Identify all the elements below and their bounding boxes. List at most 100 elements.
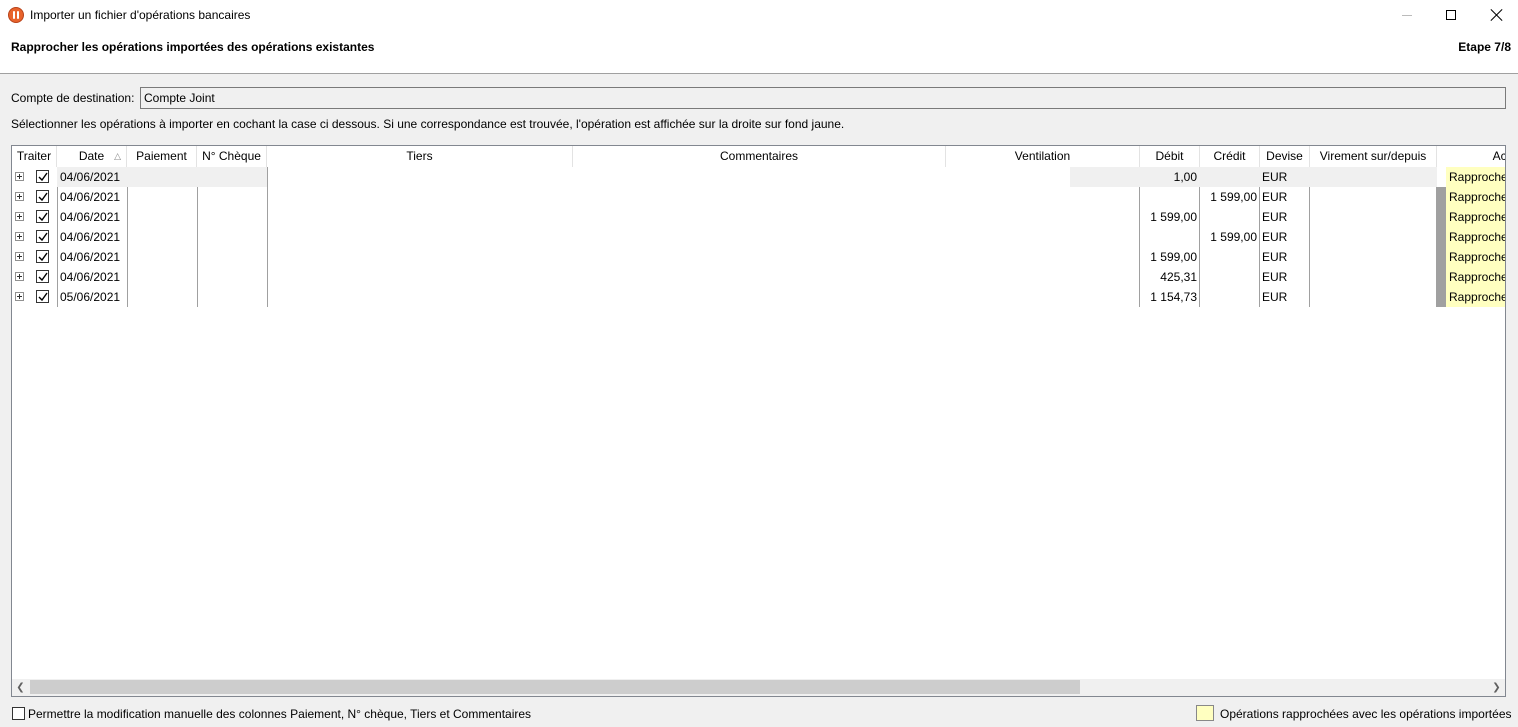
close-button[interactable] <box>1474 0 1518 30</box>
destination-label: Compte de destination: <box>11 91 135 105</box>
column-header-traiter[interactable]: Traiter <box>12 146 57 167</box>
cell-action: Rapproche <box>1446 247 1505 267</box>
row-marker <box>1436 207 1446 227</box>
cell-credit: 1 599,00 <box>1210 190 1257 204</box>
wizard-header: Rapprocher les opérations importées des … <box>0 30 1518 74</box>
legend-label: Opérations rapprochées avec les opératio… <box>1220 707 1512 721</box>
column-header-virement[interactable]: Virement sur/depuis <box>1310 146 1437 167</box>
cell-date: 04/06/2021 <box>60 270 121 284</box>
table-row[interactable]: 05/06/2021 1 154,73 EUR Rapproche <box>12 287 1505 307</box>
column-header-tiers[interactable]: Tiers <box>267 146 573 167</box>
cell-debit <box>1140 187 1199 207</box>
cell-debit: 1 599,00 <box>1150 210 1197 224</box>
cell-devise: EUR <box>1262 270 1288 284</box>
cell-date: 05/06/2021 <box>60 290 121 304</box>
expand-icon[interactable] <box>15 232 24 241</box>
table-row[interactable]: 04/06/2021 1 599,00 EUR Rapproche <box>12 187 1505 207</box>
scroll-left-icon[interactable]: ❮ <box>12 679 29 696</box>
scrollbar-thumb[interactable] <box>30 680 1080 694</box>
cell-date: 04/06/2021 <box>60 190 121 204</box>
cell-debit: 1,00 <box>1173 170 1197 184</box>
column-header-cheque[interactable]: N° Chèque <box>197 146 267 167</box>
operations-grid[interactable]: Traiter Date △ Paiement N° Chèque Tiers … <box>11 145 1506 697</box>
cell-date: 04/06/2021 <box>60 230 121 244</box>
row-marker <box>1436 187 1446 207</box>
column-header-debit[interactable]: Débit <box>1140 146 1200 167</box>
column-header-date-label: Date <box>78 149 105 163</box>
close-icon <box>1491 9 1503 21</box>
column-header-paiement[interactable]: Paiement <box>127 146 197 167</box>
cell-date: 04/06/2021 <box>60 210 121 224</box>
manual-edit-label[interactable]: Permettre la modification manuelle des c… <box>28 707 531 721</box>
scroll-right-icon[interactable]: ❯ <box>1488 679 1505 696</box>
row-marker <box>1436 267 1446 287</box>
traiter-checkbox[interactable] <box>36 170 49 183</box>
expand-icon[interactable] <box>15 272 24 281</box>
traiter-checkbox[interactable] <box>36 290 49 303</box>
column-header-date[interactable]: Date △ <box>57 146 127 167</box>
step-counter: Etape 7/8 <box>1458 40 1511 54</box>
cell-action: Rapproche <box>1446 207 1505 227</box>
table-row[interactable]: 04/06/2021 1 599,00 EUR Rapproche <box>12 207 1505 227</box>
expand-icon[interactable] <box>15 172 24 181</box>
cell-credit <box>1200 207 1259 227</box>
cell-debit: 1 154,73 <box>1150 290 1197 304</box>
expand-icon[interactable] <box>15 192 24 201</box>
cell-action: Rapproche <box>1446 187 1505 207</box>
cell-debit: 425,31 <box>1160 270 1197 284</box>
title-bar: Importer un fichier d'opérations bancair… <box>0 0 1518 30</box>
cell-date: 04/06/2021 <box>60 170 121 184</box>
cell-debit <box>1140 227 1199 247</box>
row-marker <box>1436 227 1446 247</box>
maximize-icon <box>1446 10 1456 20</box>
table-row[interactable]: 04/06/2021 425,31 EUR Rapproche <box>12 267 1505 287</box>
expand-icon[interactable] <box>15 252 24 261</box>
cell-date: 04/06/2021 <box>60 250 121 264</box>
instructions-text: Sélectionner les opérations à importer e… <box>11 117 845 131</box>
cell-action: Rapproche <box>1446 227 1505 247</box>
traiter-checkbox[interactable] <box>36 230 49 243</box>
cell-devise: EUR <box>1262 290 1288 304</box>
cell-credit: 1 599,00 <box>1210 230 1257 244</box>
table-row[interactable]: 04/06/2021 1 599,00 EUR Rapproche <box>12 227 1505 247</box>
traiter-checkbox[interactable] <box>36 250 49 263</box>
minimize-button[interactable] <box>1384 0 1430 30</box>
maximize-button[interactable] <box>1428 0 1474 30</box>
cell-action: Rapproche <box>1446 267 1505 287</box>
expand-icon[interactable] <box>15 292 24 301</box>
column-header-commentaires[interactable]: Commentaires <box>573 146 946 167</box>
expand-icon[interactable] <box>15 212 24 221</box>
cell-action: Rapproche <box>1446 167 1505 187</box>
cell-credit <box>1200 267 1259 287</box>
traiter-checkbox[interactable] <box>36 270 49 283</box>
traiter-checkbox[interactable] <box>36 190 49 203</box>
cell-credit <box>1200 287 1259 307</box>
legend-color-swatch <box>1196 705 1214 721</box>
horizontal-scrollbar[interactable]: ❮ ❯ <box>12 679 1505 696</box>
column-header-ventilation[interactable]: Ventilation <box>946 146 1140 167</box>
window-title: Importer un fichier d'opérations bancair… <box>30 8 251 22</box>
cell-credit <box>1200 167 1259 187</box>
cell-debit: 1 599,00 <box>1150 250 1197 264</box>
destination-account-field: Compte Joint <box>140 87 1506 109</box>
sort-ascending-icon: △ <box>114 151 121 161</box>
row-marker <box>1436 287 1446 307</box>
app-logo-icon <box>8 7 24 23</box>
traiter-checkbox[interactable] <box>36 210 49 223</box>
manual-edit-checkbox[interactable] <box>12 707 25 720</box>
cell-devise: EUR <box>1262 170 1288 184</box>
minimize-icon <box>1402 14 1412 16</box>
table-row[interactable]: 04/06/2021 1 599,00 EUR Rapproche <box>12 247 1505 267</box>
row-marker <box>1436 247 1446 267</box>
cell-devise: EUR <box>1262 230 1288 244</box>
column-header-devise[interactable]: Devise <box>1260 146 1310 167</box>
cell-devise: EUR <box>1262 250 1288 264</box>
table-row[interactable]: 04/06/2021 1,00 EUR Rapproche <box>12 167 1505 187</box>
column-header-credit[interactable]: Crédit <box>1200 146 1260 167</box>
cell-devise: EUR <box>1262 190 1288 204</box>
step-title: Rapprocher les opérations importées des … <box>11 40 375 54</box>
cell-credit <box>1200 247 1259 267</box>
column-header-action[interactable]: Action <box>1447 146 1505 167</box>
cell-devise: EUR <box>1262 210 1288 224</box>
grid-header: Traiter Date △ Paiement N° Chèque Tiers … <box>12 146 1505 167</box>
